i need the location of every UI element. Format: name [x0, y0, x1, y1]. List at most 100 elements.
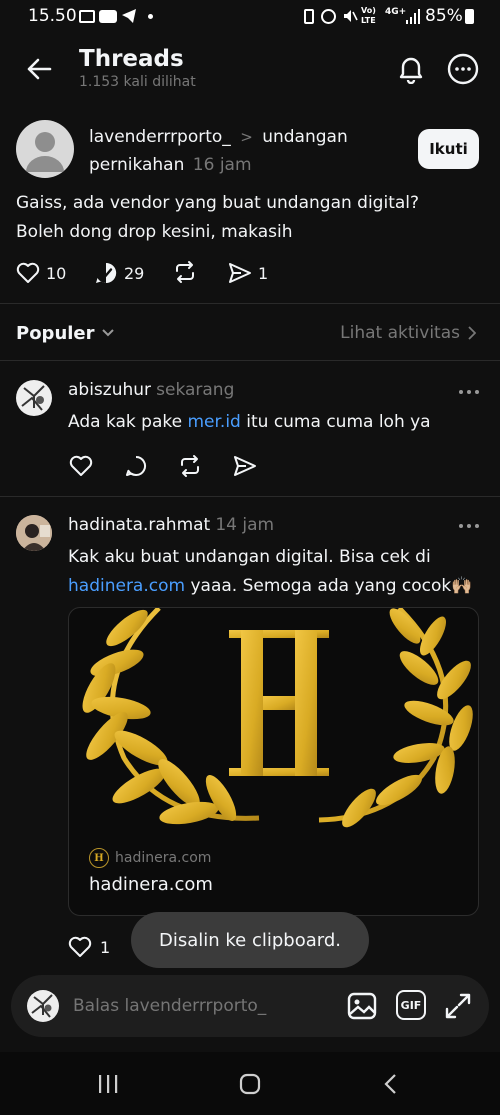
battery-icon — [465, 9, 474, 24]
network-indicator: 4G+ — [385, 7, 407, 17]
chevron-right-icon — [468, 326, 476, 340]
reply-button[interactable]: 29 — [94, 259, 144, 287]
image-icon — [347, 992, 377, 1020]
reply-avatar[interactable] — [16, 515, 52, 551]
post-author-avatar[interactable] — [16, 120, 74, 178]
sketch-avatar-icon — [21, 385, 45, 411]
reply-composer[interactable]: GIF — [11, 975, 489, 1037]
view-activity-label: Lihat aktivitas — [340, 323, 460, 343]
link-preview-card[interactable]: H hadinera.com hadinera.com — [68, 607, 479, 916]
reply-more-button[interactable] — [456, 382, 482, 402]
post-text-line: Boleh dong drop kesini, makasih — [16, 222, 293, 242]
reply-avatar[interactable] — [16, 380, 52, 416]
attach-image-button[interactable] — [346, 990, 378, 1022]
photo-avatar-icon — [16, 515, 52, 551]
reply-text: Ada kak pake mer.id itu cuma cuma loh ya — [68, 408, 478, 436]
more-horizontal-icon — [459, 524, 479, 528]
like-count: 10 — [46, 263, 67, 283]
reply-text-line: hadinera.com yaaa. Semoga ada yang cocok… — [68, 572, 486, 601]
telegram-icon — [121, 8, 137, 24]
back-arrow-icon — [27, 58, 52, 80]
youtube-icon — [99, 10, 117, 23]
alarm-icon — [321, 9, 336, 24]
reply-count: 29 — [124, 263, 145, 283]
default-avatar-icon — [26, 132, 64, 172]
signal-icon — [406, 9, 420, 24]
community-name-cont[interactable]: pernikahan — [89, 155, 184, 175]
gif-button[interactable]: GIF — [396, 990, 426, 1020]
system-nav-bar — [0, 1052, 500, 1115]
notifications-button[interactable] — [393, 51, 429, 87]
post-header-text: lavenderrrporto_ > undangan pernikahan 1… — [89, 123, 409, 179]
send-icon — [229, 263, 251, 283]
like-button[interactable]: 1 — [68, 934, 110, 960]
reply-link[interactable]: mer.id — [187, 412, 240, 432]
gallery-icon — [79, 10, 95, 23]
reply-author[interactable]: abiszuhur — [68, 380, 151, 400]
notification-dot-icon — [148, 14, 153, 19]
bell-icon — [399, 57, 423, 84]
repost-icon — [176, 261, 194, 283]
repost-icon — [181, 455, 199, 477]
toast: Disalin ke clipboard. — [131, 912, 369, 968]
reply-text-segment: Ada kak pake — [68, 412, 188, 432]
reply-time: sekarang — [156, 380, 235, 400]
battery-percent: 85% — [425, 6, 463, 26]
post-time: 16 jam — [192, 155, 252, 175]
comment-check-icon — [96, 262, 117, 283]
volte-indicator: Vo) LTE — [361, 6, 376, 25]
site-favicon: H — [89, 848, 109, 868]
like-count: 1 — [100, 937, 111, 957]
reply-text-line: Kak aku buat undangan digital. Bisa cek … — [68, 547, 431, 567]
recent-apps-button[interactable] — [90, 1070, 126, 1098]
sort-label: Populer — [16, 322, 95, 344]
recents-icon — [99, 1075, 118, 1093]
chevron-right-icon: > — [240, 128, 253, 146]
share-button[interactable] — [232, 453, 258, 479]
like-button[interactable]: 10 — [16, 259, 66, 287]
repost-button[interactable] — [177, 453, 203, 479]
status-time: 15.50 — [28, 6, 77, 26]
comment-icon — [126, 456, 146, 476]
home-button[interactable] — [232, 1070, 268, 1098]
page-title: Threads — [79, 46, 184, 72]
preview-site-row: H hadinera.com — [89, 847, 211, 869]
reply-text-segment: yaaa. Semoga ada yang cocok🙌🏼 — [185, 576, 473, 596]
composer-avatar — [27, 990, 59, 1022]
reply-author[interactable]: hadinata.rahmat — [68, 515, 210, 535]
home-icon — [239, 1073, 261, 1095]
preview-title: hadinera.com — [89, 874, 213, 895]
post-text: Gaiss, ada vendor yang buat undangan dig… — [16, 189, 486, 247]
reply-text-segment: itu cuma cuma loh ya — [240, 412, 431, 432]
divider — [0, 360, 500, 361]
reply-time: 14 jam — [215, 515, 275, 535]
sort-dropdown[interactable]: Populer — [16, 320, 115, 346]
reply-header: abiszuhur sekarang — [68, 380, 234, 400]
share-count: 1 — [258, 263, 269, 283]
follow-button[interactable]: Ikuti — [418, 129, 479, 169]
more-options-button[interactable] — [446, 52, 480, 86]
heart-icon — [68, 936, 92, 957]
status-bar: 15.50 Vo) LTE 4G+ 85% — [0, 0, 500, 34]
system-back-button[interactable] — [372, 1070, 408, 1098]
preview-site: hadinera.com — [115, 850, 212, 866]
mute-icon — [342, 8, 358, 24]
post-author[interactable]: lavenderrrporto_ — [89, 127, 231, 147]
share-button[interactable]: 1 — [228, 259, 268, 287]
reply-more-button[interactable] — [456, 516, 482, 536]
reply-input[interactable] — [73, 991, 323, 1021]
heart-icon — [16, 262, 40, 283]
like-button[interactable] — [68, 453, 94, 479]
repost-button[interactable] — [171, 258, 199, 286]
laurel-wreath-logo-icon — [82, 608, 473, 828]
chevron-down-icon — [101, 329, 114, 337]
view-count: 1.153 kali dilihat — [79, 74, 196, 90]
back-button[interactable] — [22, 52, 56, 86]
reply-link[interactable]: hadinera.com — [68, 576, 185, 596]
comment-button[interactable] — [123, 453, 149, 479]
reply-actions — [68, 453, 268, 479]
send-icon — [234, 456, 256, 476]
expand-button[interactable] — [442, 990, 474, 1022]
community-name[interactable]: undangan — [262, 127, 348, 147]
view-activity-link[interactable]: Lihat aktivitas — [340, 320, 476, 346]
